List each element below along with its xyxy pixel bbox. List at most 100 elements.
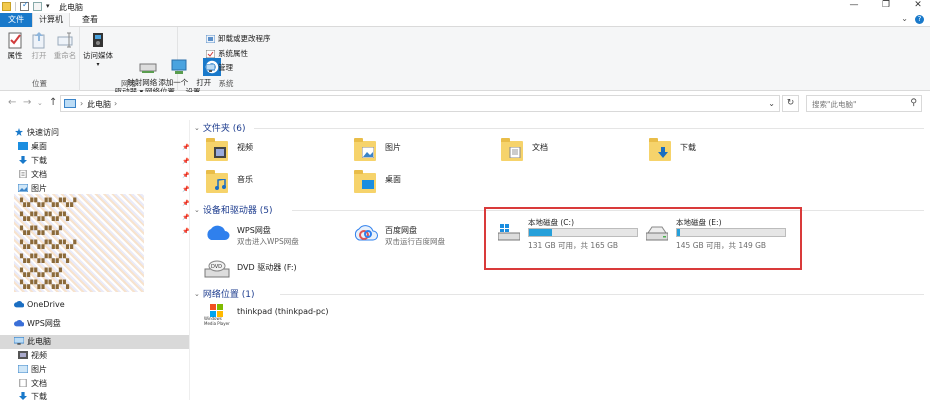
- pin-icon[interactable]: 📌: [182, 228, 189, 235]
- section-header-network[interactable]: ⌄ 网络位置 (1): [194, 287, 255, 301]
- ribbon-group-label: 系统: [218, 79, 234, 88]
- sidebar-item-pictures-pc[interactable]: 图片: [18, 363, 47, 377]
- chevron-down-icon: ⌄: [194, 205, 200, 214]
- uninstall-program-button[interactable]: 卸载或更改程序: [206, 33, 271, 44]
- sidebar-item-label: 快速访问: [27, 128, 59, 137]
- sidebar-item-onedrive[interactable]: OneDrive: [14, 298, 65, 312]
- folder-item-desktop[interactable]: 桌面: [352, 170, 492, 199]
- download-arrow-icon: [19, 155, 27, 164]
- minimize-button[interactable]: —: [848, 0, 860, 10]
- properties-quick-icon[interactable]: [20, 0, 29, 11]
- breadcrumb-this-pc[interactable]: 此电脑: [87, 99, 111, 110]
- rename-label: 重命名: [53, 51, 77, 60]
- search-placeholder: 搜索"此电脑": [812, 100, 857, 109]
- redacted-item: ▚▞▚▞▚▞: [20, 226, 63, 235]
- tab-file[interactable]: 文件: [0, 13, 32, 27]
- sidebar-item-label: 此电脑: [27, 337, 51, 346]
- section-header-devices[interactable]: ⌄ 设备和驱动器 (5): [194, 203, 273, 217]
- tab-view[interactable]: 查看: [74, 13, 106, 27]
- sidebar-item-wps-cloud[interactable]: WPS网盘: [14, 317, 61, 331]
- chevron-down-icon: ⌄: [194, 123, 200, 132]
- uninstall-icon: [206, 34, 215, 43]
- sidebar-item-this-pc[interactable]: 此电脑: [0, 335, 189, 349]
- svg-text:DVD: DVD: [211, 264, 222, 270]
- search-icon[interactable]: ⚲: [910, 98, 917, 108]
- expand-ribbon-icon[interactable]: ⌄: [901, 14, 908, 23]
- this-pc-icon: [64, 99, 76, 108]
- folder-icon: [2, 2, 11, 11]
- picture-icon: [18, 183, 28, 192]
- windows-media-player-logo-text: Windows Media Player: [204, 316, 230, 326]
- address-bar[interactable]: › 此电脑 › ⌄: [60, 95, 780, 112]
- up-arrow-icon[interactable]: ↑: [49, 97, 57, 108]
- document-folder-icon: [499, 138, 525, 163]
- wps-cloud-icon: [204, 222, 230, 246]
- breadcrumb-separator[interactable]: ›: [80, 99, 83, 108]
- breadcrumb-separator[interactable]: ›: [114, 99, 117, 108]
- network-drive-icon: [119, 49, 157, 73]
- device-item-wps-cloud[interactable]: WPS网盘 双击进入WPS网盘: [204, 222, 354, 250]
- device-item-baidu-netdisk[interactable]: 百度网盘 双击运行百度网盘: [352, 222, 502, 250]
- folder-item-downloads[interactable]: 下载: [647, 138, 787, 167]
- access-media-button[interactable]: 访问媒体 ▾: [83, 31, 113, 69]
- sidebar-item-downloads-pc[interactable]: 下载: [18, 390, 47, 404]
- system-properties-button[interactable]: 系统属性: [206, 48, 248, 59]
- network-item-thinkpad[interactable]: Windows Media Player thinkpad (thinkpad-…: [204, 303, 404, 331]
- device-item-dvd-drive[interactable]: DVD DVD 驱动器 (F:): [204, 255, 354, 283]
- item-label: 图片: [385, 143, 401, 152]
- picture-folder-icon: [352, 138, 378, 163]
- address-dropdown-icon[interactable]: ⌄: [768, 99, 775, 108]
- redacted-item: ▚▞▚▞▚▞▚▞: [20, 240, 78, 249]
- close-button[interactable]: ✕: [912, 0, 924, 10]
- folder-item-documents[interactable]: 文档: [499, 138, 639, 167]
- section-title: 设备和驱动器 (5): [202, 206, 273, 216]
- pin-icon[interactable]: 📌: [182, 186, 189, 193]
- item-subtitle: 双击进入WPS网盘: [237, 237, 299, 246]
- search-box[interactable]: 搜索"此电脑" ⚲: [806, 95, 922, 112]
- open-icon: [29, 31, 49, 49]
- item-subtitle: 双击运行百度网盘: [385, 237, 445, 246]
- new-folder-quick-icon[interactable]: [33, 2, 42, 11]
- section-title: 网络位置 (1): [202, 290, 255, 300]
- sidebar-item-quick-access[interactable]: 快速访问: [14, 126, 59, 140]
- help-icon[interactable]: ?: [915, 15, 924, 24]
- open-button[interactable]: 打开: [28, 31, 50, 60]
- folder-item-music[interactable]: 音乐: [204, 170, 344, 199]
- back-arrow-icon[interactable]: ←: [8, 97, 16, 108]
- properties-label: 属性: [7, 51, 23, 60]
- dvd-drive-icon: DVD: [204, 255, 230, 279]
- pin-icon[interactable]: 📌: [182, 214, 189, 221]
- pin-icon[interactable]: 📌: [182, 158, 189, 165]
- pin-icon[interactable]: 📌: [182, 144, 189, 151]
- properties-button[interactable]: 属性: [4, 31, 26, 60]
- desktop-folder-icon: [352, 170, 378, 195]
- recent-locations-chevron-icon[interactable]: ⌄: [37, 99, 43, 107]
- manage-button[interactable]: 管理: [206, 62, 233, 73]
- maximize-button[interactable]: ❐: [880, 0, 892, 10]
- video-icon: [18, 350, 28, 359]
- properties-icon: [5, 31, 25, 49]
- content-pane: ⌄文件夹 (6) 视频 图片 文档 下载 音乐 桌面 ⌄设备和驱动器 (5): [192, 117, 930, 400]
- chevron-down-icon: ⌄: [194, 289, 200, 298]
- sidebar-item-downloads[interactable]: 下载: [18, 154, 47, 168]
- section-header-folders[interactable]: ⌄ 文件夹 (6): [194, 121, 246, 135]
- window-title: 此电脑: [59, 3, 83, 12]
- customize-quick-icon[interactable]: ▾: [46, 2, 55, 11]
- sidebar-item-documents[interactable]: 文档: [18, 168, 47, 182]
- rename-button[interactable]: 重命名: [52, 31, 78, 60]
- pin-icon[interactable]: 📌: [182, 200, 189, 207]
- refresh-icon[interactable]: ↻: [782, 95, 799, 112]
- window-controls: — ❐ ✕: [848, 0, 924, 10]
- sidebar-item-label: OneDrive: [27, 300, 65, 309]
- divider: [280, 294, 924, 295]
- quick-access-toolbar: ▾: [2, 0, 55, 11]
- pin-icon[interactable]: 📌: [182, 172, 189, 179]
- sidebar-item-videos[interactable]: 视频: [18, 349, 47, 363]
- sidebar-item-desktop[interactable]: 桌面: [18, 140, 47, 154]
- title-bar: ▾ 此电脑 — ❐ ✕: [0, 0, 930, 13]
- folder-item-videos[interactable]: 视频: [204, 138, 344, 167]
- folder-item-pictures[interactable]: 图片: [352, 138, 492, 167]
- sidebar-item-documents-pc[interactable]: 文档: [18, 377, 47, 391]
- tab-computer[interactable]: 计算机: [32, 13, 70, 27]
- forward-arrow-icon[interactable]: →: [23, 97, 31, 108]
